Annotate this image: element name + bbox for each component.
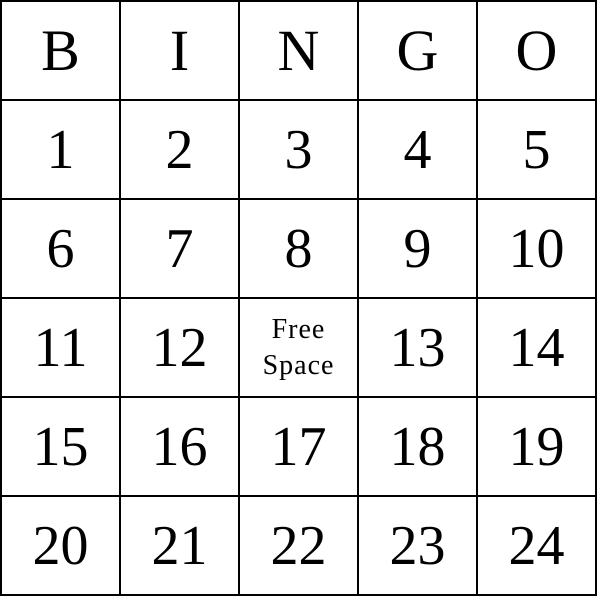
- number-cell: 20: [0, 495, 121, 596]
- number-cell: 6: [0, 198, 121, 299]
- number-cell: 17: [238, 396, 359, 497]
- header-letter-o: O: [476, 0, 597, 101]
- header-letter-n: N: [238, 0, 359, 101]
- free-space-line2: Space: [262, 349, 335, 381]
- header-letter-i: I: [119, 0, 240, 101]
- number-cell: 16: [119, 396, 240, 497]
- number-cell: 1: [0, 99, 121, 200]
- number-cell: 22: [238, 495, 359, 596]
- header-letter-g: G: [357, 0, 478, 101]
- number-cell: 5: [476, 99, 597, 200]
- number-cell: 3: [238, 99, 359, 200]
- number-cell: 12: [119, 297, 240, 398]
- number-cell: 21: [119, 495, 240, 596]
- header-letter-b: B: [0, 0, 121, 101]
- number-cell: 9: [357, 198, 478, 299]
- number-cell: 24: [476, 495, 597, 596]
- number-cell: 14: [476, 297, 597, 398]
- number-cell: 7: [119, 198, 240, 299]
- number-cell: 10: [476, 198, 597, 299]
- free-space-cell: Free Space: [238, 297, 359, 398]
- number-cell: 23: [357, 495, 478, 596]
- number-cell: 8: [238, 198, 359, 299]
- number-cell: 4: [357, 99, 478, 200]
- bingo-card: B I N G O 1 2 3 4 5 6 7 8 9 10 11 12 Free Space 13 14 15 16 17 1…: [0, 0, 597, 596]
- number-cell: 19: [476, 396, 597, 497]
- number-cell: 15: [0, 396, 121, 497]
- number-cell: 11: [0, 297, 121, 398]
- number-cell: 2: [119, 99, 240, 200]
- number-cell: 13: [357, 297, 478, 398]
- free-space-line1: Free: [271, 313, 326, 345]
- number-cell: 18: [357, 396, 478, 497]
